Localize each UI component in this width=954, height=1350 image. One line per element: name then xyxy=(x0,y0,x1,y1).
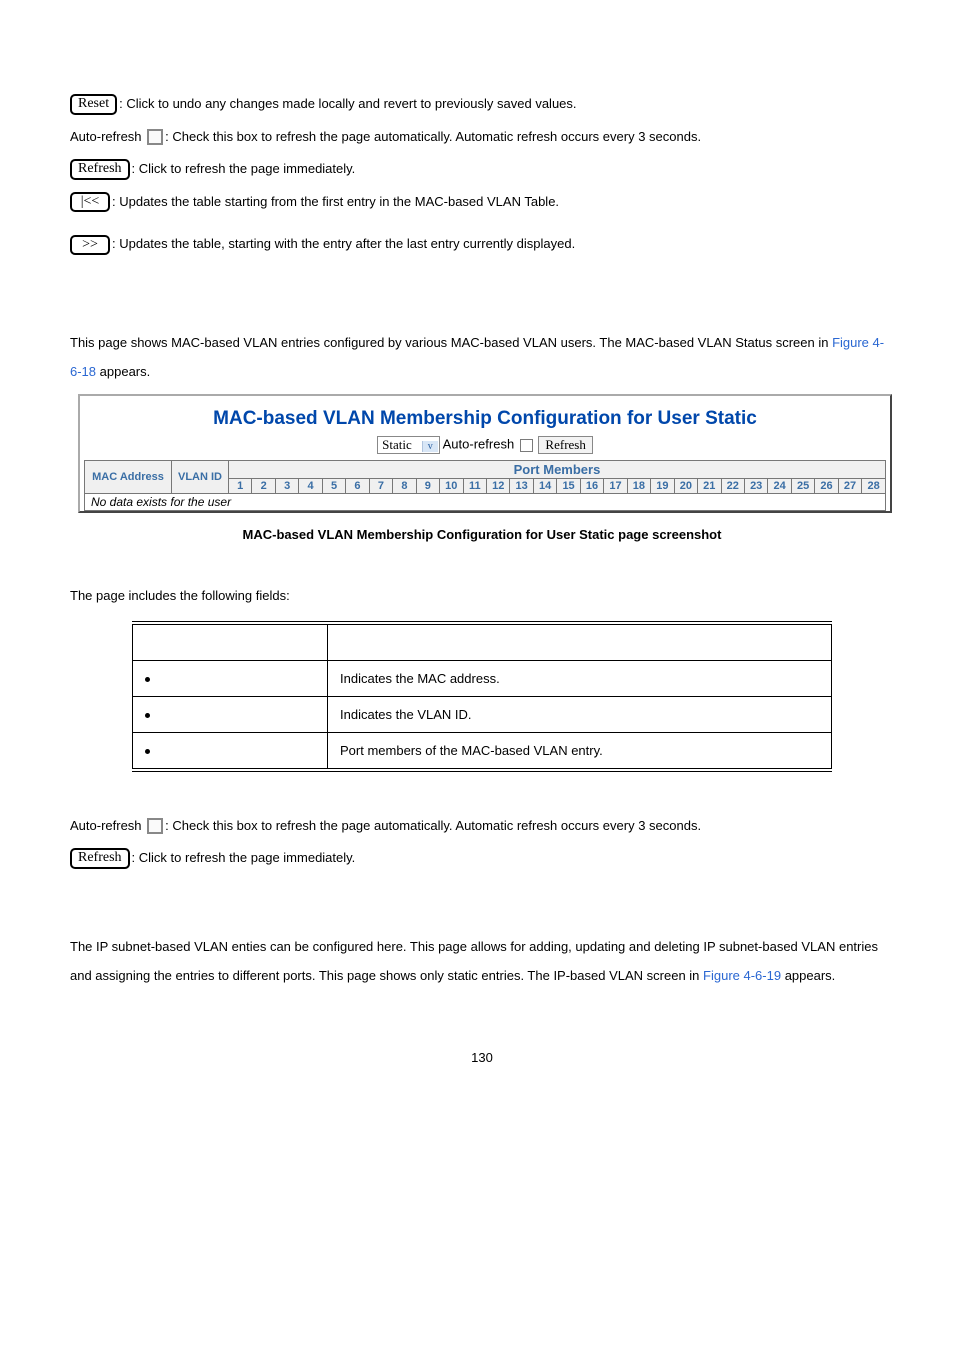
auto-refresh-checkbox-icon[interactable] xyxy=(147,129,163,145)
figure-link-4-6-19[interactable]: Figure 4-6-19 xyxy=(703,968,781,983)
no-data-row: No data exists for the user xyxy=(85,494,886,511)
port-col: 15 xyxy=(562,480,574,492)
next-desc: : Updates the table, starting with the e… xyxy=(112,236,575,251)
port-col: 13 xyxy=(516,480,528,492)
buttons-block-2: Auto-refresh : Check this box to refresh… xyxy=(70,812,894,873)
chevron-down-icon: v xyxy=(422,441,438,452)
next-page-button[interactable]: >> xyxy=(70,235,110,255)
col-vlan: VLAN ID xyxy=(178,471,222,483)
port-col: 26 xyxy=(820,480,832,492)
page-number: 130 xyxy=(70,1050,894,1065)
fields-head-desc: Description xyxy=(328,623,832,661)
bullet-icon xyxy=(145,749,150,754)
fields-head-object: Object xyxy=(133,623,328,661)
port-col: 25 xyxy=(797,480,809,492)
port-col: 3 xyxy=(284,480,290,492)
fields-table: Object Description MAC Address Indicates… xyxy=(132,621,832,772)
auto-refresh-prefix-2: Auto-refresh xyxy=(70,818,145,833)
bullet-icon xyxy=(145,677,150,682)
auto-refresh-prefix: Auto-refresh xyxy=(70,129,145,144)
port-col: 7 xyxy=(378,480,384,492)
table-row: MAC Address Indicates the MAC address. xyxy=(133,660,832,696)
figure-caption: Figure 4-6-18 MAC-based VLAN Membership … xyxy=(70,527,894,542)
col-port-members: Port Members xyxy=(229,461,886,479)
port-col: 22 xyxy=(727,480,739,492)
ss-auto-checkbox[interactable] xyxy=(520,439,533,452)
user-select-value: Static xyxy=(382,437,412,452)
port-col: 21 xyxy=(703,480,715,492)
refresh-desc: : Click to refresh the page immediately. xyxy=(132,161,356,176)
auto-refresh-desc-2: : Check this box to refresh the page aut… xyxy=(165,818,701,833)
refresh-button[interactable]: Refresh xyxy=(70,159,130,180)
refresh-button-2[interactable]: Refresh xyxy=(70,848,130,869)
reset-desc: : Click to undo any changes made locally… xyxy=(119,96,576,111)
desc-ports: Port members of the MAC-based VLAN entry… xyxy=(328,732,832,770)
port-col: 18 xyxy=(633,480,645,492)
auto-refresh-desc: : Check this box to refresh the page aut… xyxy=(165,129,701,144)
first-page-button[interactable]: |<< xyxy=(70,192,110,212)
port-col: 17 xyxy=(609,480,621,492)
buttons-block: Reset: Click to undo any changes made lo… xyxy=(70,90,894,259)
status-intro-a: This page shows MAC-based VLAN entries c… xyxy=(70,335,832,350)
screenshot-title: MAC-based VLAN Membership Configuration … xyxy=(84,408,886,430)
port-col: 9 xyxy=(425,480,431,492)
port-col: 23 xyxy=(750,480,762,492)
port-col: 8 xyxy=(401,480,407,492)
port-col: 1 xyxy=(237,480,243,492)
caption-text: MAC-based VLAN Membership Configuration … xyxy=(243,527,722,542)
port-col: 20 xyxy=(680,480,692,492)
first-desc: : Updates the table starting from the fi… xyxy=(112,194,559,209)
port-col: 19 xyxy=(656,480,668,492)
reset-button[interactable]: Reset xyxy=(70,94,117,115)
table-row: Port Members Port members of the MAC-bas… xyxy=(133,732,832,770)
port-col: 5 xyxy=(331,480,337,492)
screenshot-panel: MAC-based VLAN Membership Configuration … xyxy=(78,394,892,513)
port-col: 12 xyxy=(492,480,504,492)
mac-vlan-table: MAC Address VLAN ID Port Members 1 2 3 4… xyxy=(84,460,886,511)
user-select[interactable]: Staticv xyxy=(377,436,440,454)
port-col: 4 xyxy=(308,480,314,492)
port-col: 16 xyxy=(586,480,598,492)
port-col: 6 xyxy=(354,480,360,492)
port-col: 24 xyxy=(774,480,786,492)
fields-intro: The page includes the following fields: xyxy=(70,582,894,611)
port-col: 14 xyxy=(539,480,551,492)
desc-mac: Indicates the MAC address. xyxy=(328,660,832,696)
port-col: 2 xyxy=(261,480,267,492)
bullet-icon xyxy=(145,713,150,718)
refresh-desc-2: : Click to refresh the page immediately. xyxy=(132,850,356,865)
col-mac: MAC Address xyxy=(92,471,164,483)
ss-auto-label: Auto-refresh xyxy=(443,437,518,452)
port-col: 11 xyxy=(469,480,481,492)
status-intro-b: appears. xyxy=(96,364,150,379)
auto-refresh-checkbox-icon-2[interactable] xyxy=(147,818,163,834)
ip-intro-b: appears. xyxy=(781,968,835,983)
port-col: 27 xyxy=(844,480,856,492)
table-row: VLAN ID Indicates the VLAN ID. xyxy=(133,696,832,732)
port-col: 10 xyxy=(445,480,457,492)
port-col: 28 xyxy=(867,480,879,492)
ss-refresh-button[interactable]: Refresh xyxy=(538,436,592,454)
desc-vlan: Indicates the VLAN ID. xyxy=(328,696,832,732)
